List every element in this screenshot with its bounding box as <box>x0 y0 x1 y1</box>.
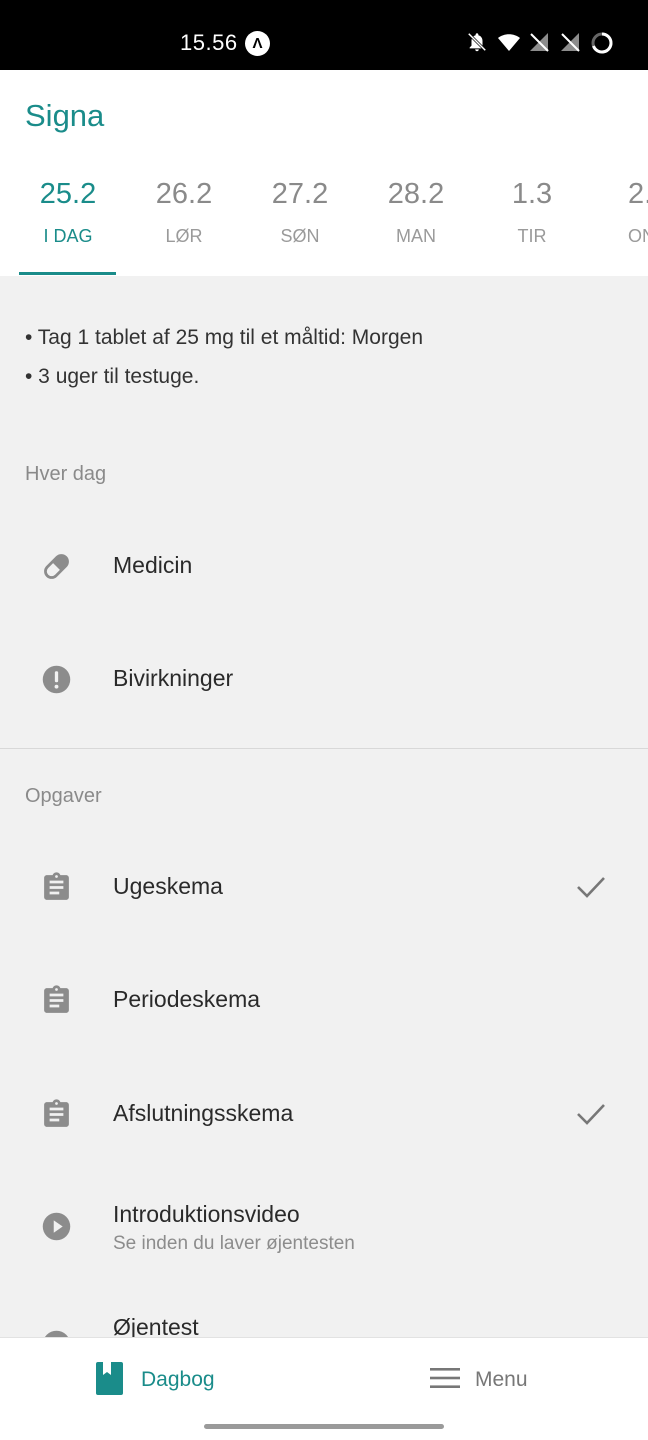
date-tabs[interactable]: 25.2 I DAG 26.2 LØR 27.2 SØN 28.2 MAN 1.… <box>0 170 648 276</box>
info-line: • Tag 1 tablet af 25 mg til et måltid: M… <box>25 326 424 349</box>
bell-off-icon <box>466 31 488 53</box>
check-icon <box>574 1100 608 1128</box>
tab-26-2[interactable]: 26.2 LØR <box>126 170 242 276</box>
active-tab-indicator <box>19 272 116 275</box>
alert-circle-icon <box>40 663 73 696</box>
tab-date: 26.2 <box>155 178 213 210</box>
tab-date: 27.2 <box>271 178 329 210</box>
list-item-periodeskema[interactable]: Periodeskema <box>0 970 648 1030</box>
tab-date: 28.2 <box>387 178 445 210</box>
tab-day: LØR <box>165 226 203 246</box>
pill-icon <box>40 550 73 583</box>
info-line: • 3 uger til testuge. <box>25 365 200 388</box>
section-heading-tasks: Opgaver <box>25 785 102 807</box>
play-circle-icon <box>40 1210 73 1243</box>
tab-2-3[interactable]: 2. ON <box>590 170 648 276</box>
nav-label: Menu <box>475 1368 528 1391</box>
tab-date: 1.3 <box>511 178 553 210</box>
list-item-afslutningsskema[interactable]: Afslutningsskema <box>0 1084 648 1144</box>
tab-27-2[interactable]: 27.2 SØN <box>242 170 358 276</box>
list-item-label: Medicin <box>113 552 193 578</box>
prescription-info: • Tag 1 tablet af 25 mg til et måltid: M… <box>25 318 423 396</box>
clipboard-icon <box>40 1098 73 1131</box>
list-item-label: Bivirkninger <box>113 665 234 691</box>
status-bar: 15.56 Λ <box>0 0 648 70</box>
tab-day: MAN <box>396 226 436 246</box>
list-item-label: Afslutningsskema <box>113 1100 294 1126</box>
app-bar: Signa 25.2 I DAG 26.2 LØR 27.2 SØN 28.2 … <box>0 70 648 276</box>
tab-day: ON <box>628 226 648 246</box>
menu-icon <box>430 1366 460 1390</box>
check-icon <box>574 873 608 901</box>
home-indicator[interactable] <box>204 1424 444 1429</box>
tab-date: 2. <box>628 178 648 210</box>
tab-day: I DAG <box>43 226 93 246</box>
list-item-introduktionsvideo[interactable]: Introduktionsvideo Se inden du laver øje… <box>0 1197 648 1257</box>
signal-no-sim-icon <box>559 31 581 53</box>
app-notification-icon: Λ <box>245 31 270 56</box>
app-title: Signa <box>25 98 105 133</box>
list-item-bivirkninger[interactable]: Bivirkninger <box>0 649 648 709</box>
list-item-ugeskema[interactable]: Ugeskema <box>0 857 648 917</box>
tab-1-3[interactable]: 1.3 TIR <box>474 170 590 276</box>
signal-no-sim-icon <box>528 31 550 53</box>
list-item-label: Introduktionsvideo <box>113 1201 300 1227</box>
list-item-medicin[interactable]: Medicin <box>0 536 648 596</box>
diary-icon <box>96 1362 123 1395</box>
tab-day: TIR <box>517 226 547 246</box>
nav-item-dagbog[interactable]: Dagbog <box>96 1362 236 1398</box>
section-heading-daily: Hver dag <box>25 463 107 485</box>
list-item-subtitle: Se inden du laver øjentesten <box>113 1233 355 1254</box>
tab-date: 25.2 <box>39 178 97 210</box>
tab-28-2[interactable]: 28.2 MAN <box>358 170 474 276</box>
battery-ring-icon <box>590 31 613 54</box>
list-item-label: Ugeskema <box>113 873 223 899</box>
section-divider <box>0 748 648 749</box>
clipboard-icon <box>40 871 73 904</box>
clipboard-icon <box>40 984 73 1017</box>
status-time: 15.56 <box>180 30 238 55</box>
status-icons <box>466 31 613 54</box>
wifi-icon <box>497 31 520 53</box>
tab-25-2[interactable]: 25.2 I DAG <box>10 170 126 276</box>
nav-label: Dagbog <box>141 1368 215 1391</box>
list-item-label: Periodeskema <box>113 986 261 1012</box>
tab-day: SØN <box>280 226 320 246</box>
nav-item-menu[interactable]: Menu <box>430 1362 550 1398</box>
